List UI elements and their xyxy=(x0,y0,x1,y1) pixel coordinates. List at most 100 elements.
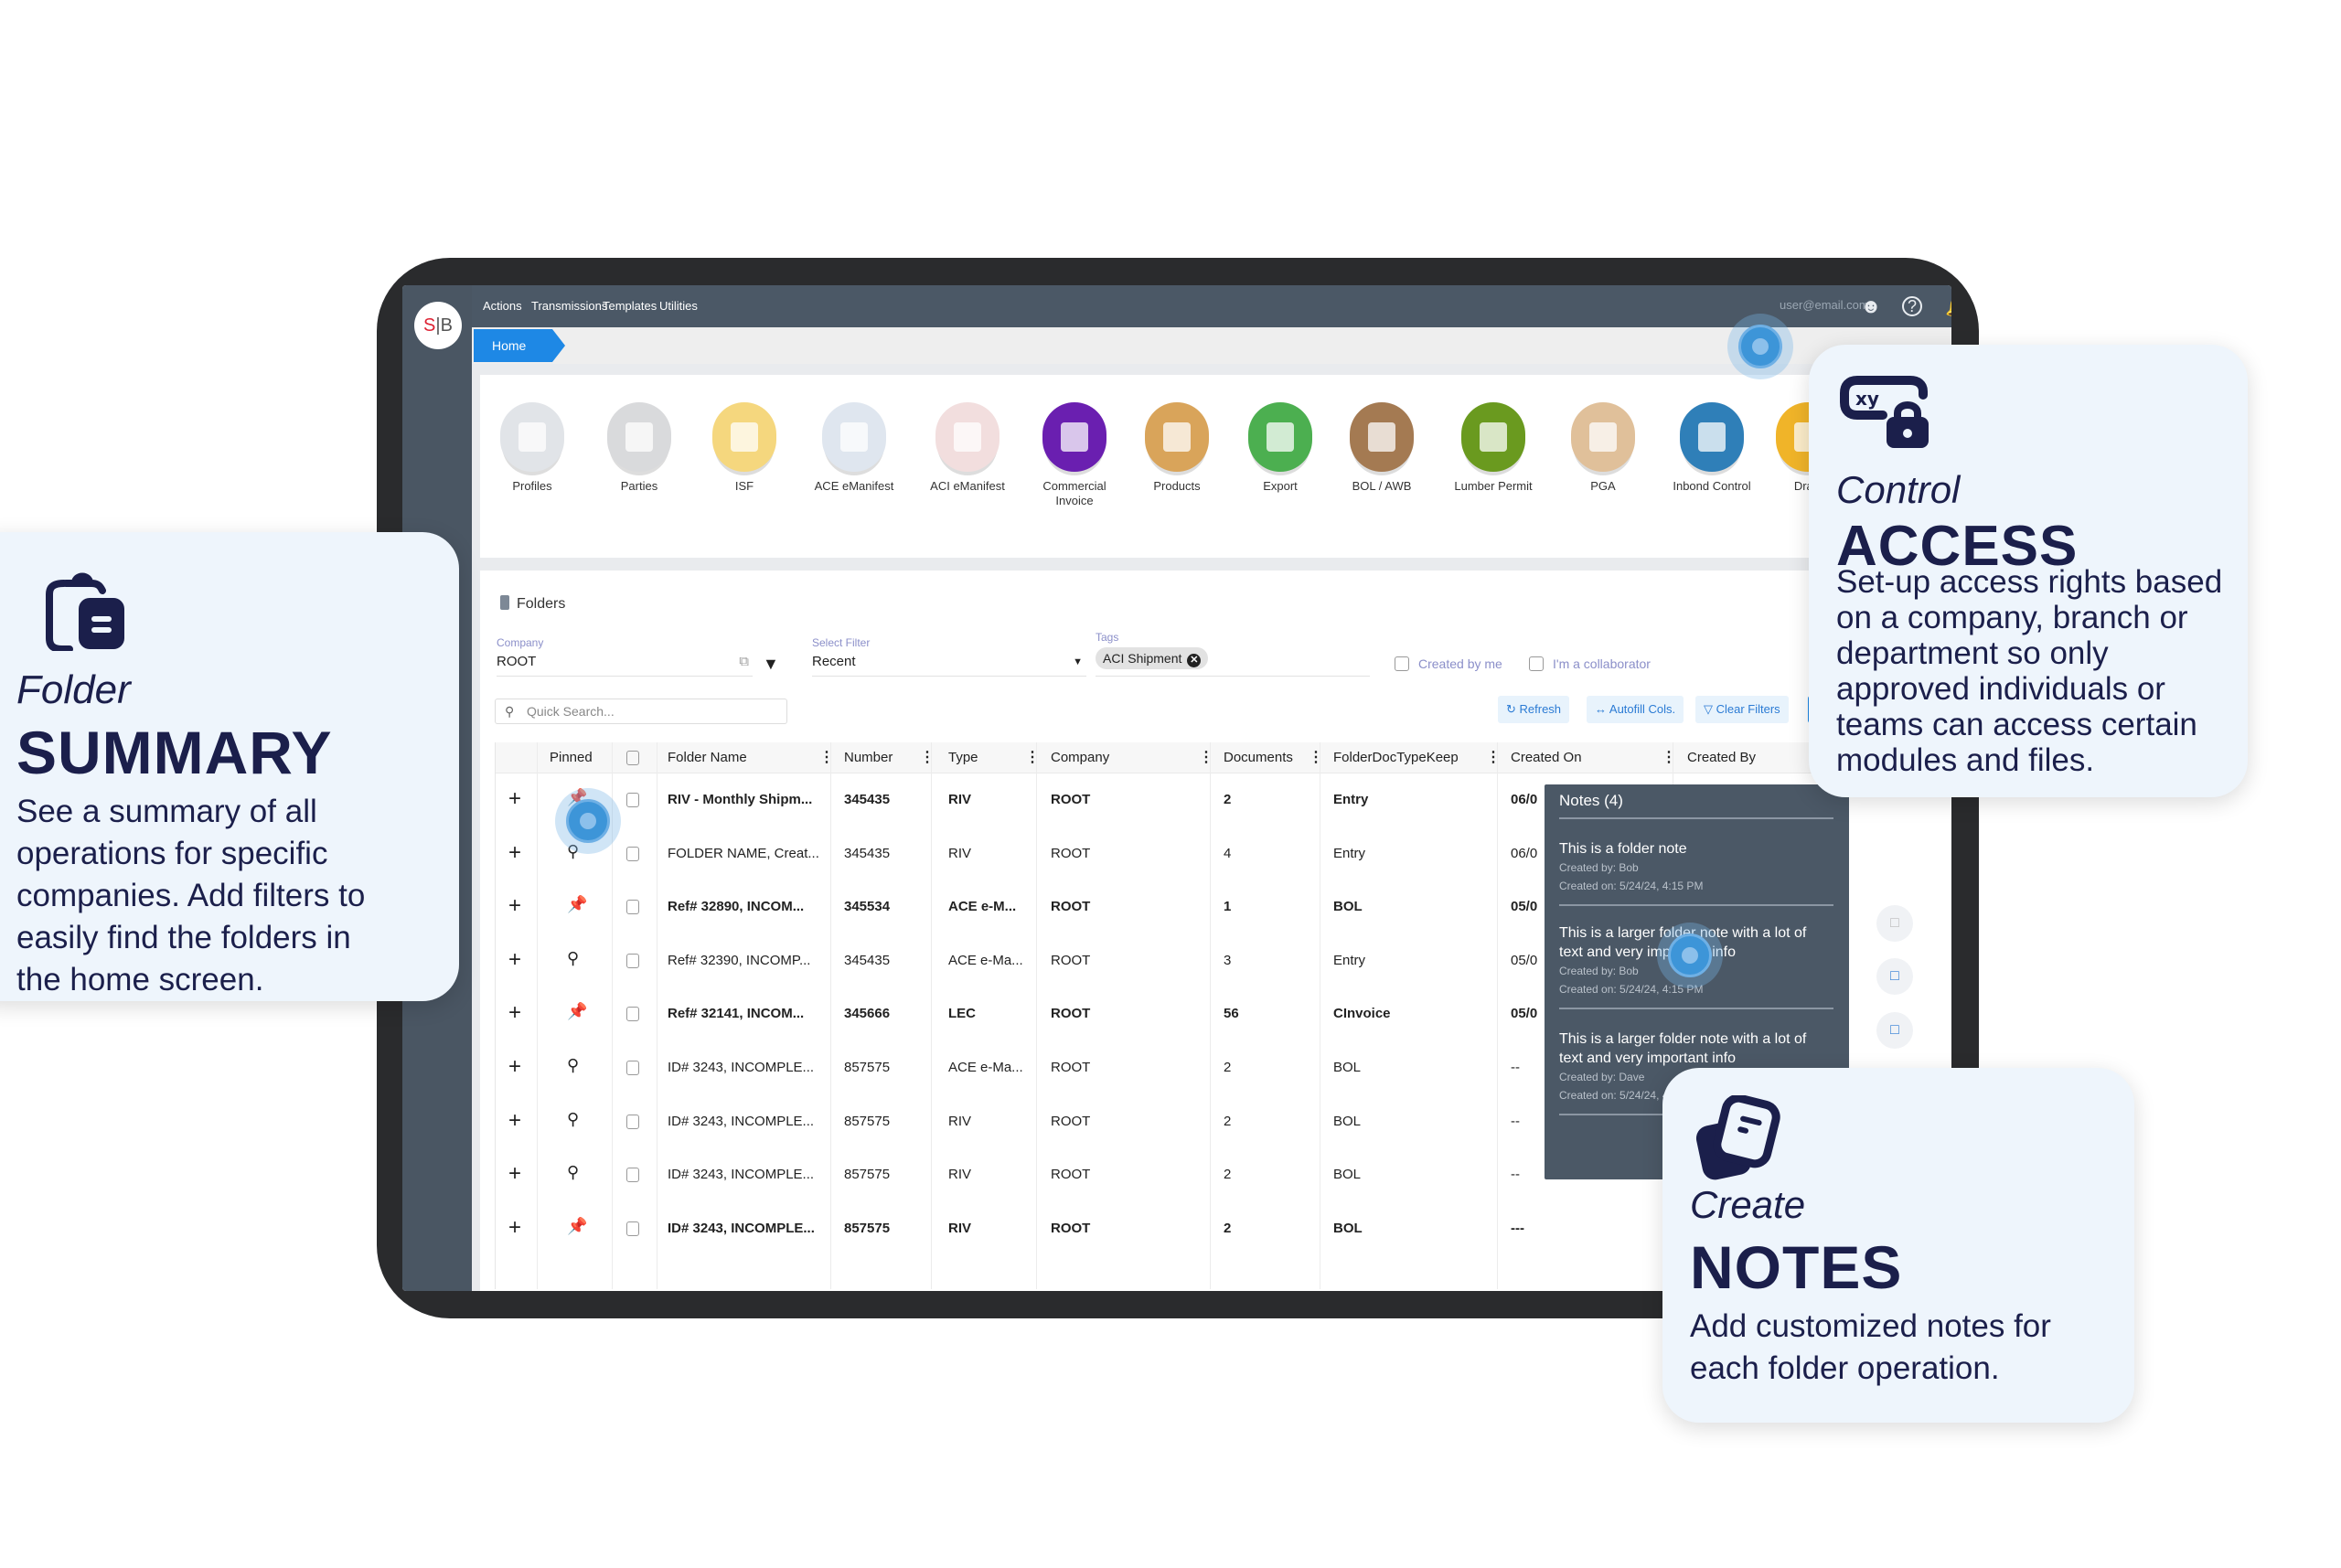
note-icon[interactable]: □ xyxy=(1876,1012,1913,1049)
column-header[interactable]: Documents xyxy=(1224,742,1293,773)
module-bol-awb[interactable]: BOL / AWB xyxy=(1331,402,1432,494)
column-header[interactable]: Created On xyxy=(1511,742,1582,773)
pin-icon[interactable]: ⚲ xyxy=(567,1110,579,1129)
cell-type: ACE e-Ma... xyxy=(948,1060,1023,1075)
breadcrumb-home[interactable]: Home xyxy=(474,329,565,362)
column-menu-icon[interactable]: ⋮ xyxy=(1025,742,1040,773)
column-header[interactable]: Company xyxy=(1051,742,1109,773)
expand-row-icon[interactable]: + xyxy=(508,1108,521,1134)
create-notes-card: Create NOTES Add customized notes for ea… xyxy=(1662,1068,2134,1423)
module-lumber-permit[interactable]: Lumber Permit xyxy=(1443,402,1544,494)
pin-icon[interactable]: 📌 xyxy=(567,895,587,914)
row-checkbox[interactable] xyxy=(626,1007,639,1022)
module-inbond-control[interactable]: Inbond Control xyxy=(1662,402,1762,494)
cell-documents: 3 xyxy=(1224,952,1232,968)
expand-row-icon[interactable]: + xyxy=(508,1215,521,1241)
module-label: Parties xyxy=(620,479,658,493)
module-ace-emanifest[interactable]: ACE eManifest xyxy=(804,402,904,494)
module-isf[interactable]: ISF xyxy=(694,402,795,494)
tags-field[interactable]: ACI Shipment ✕ xyxy=(1096,647,1370,677)
help-icon[interactable]: ? xyxy=(1902,296,1922,316)
row-checkbox[interactable] xyxy=(626,900,639,915)
row-checkbox[interactable] xyxy=(626,793,639,807)
row-checkbox[interactable] xyxy=(626,1168,639,1183)
folders-title: Folders xyxy=(500,595,565,613)
column-header[interactable]: Created By xyxy=(1687,742,1756,773)
row-checkbox[interactable] xyxy=(626,846,639,861)
row-checkbox[interactable] xyxy=(626,1114,639,1129)
card-body-line: Set-up access rights based xyxy=(1836,564,2223,600)
pin-icon[interactable]: 📌 xyxy=(567,1217,587,1236)
select-all-checkbox[interactable] xyxy=(626,751,639,765)
note-icon[interactable]: □ xyxy=(1876,958,1913,995)
module-products[interactable]: Products xyxy=(1127,402,1227,494)
module-label: PGA xyxy=(1590,479,1616,493)
note-item[interactable]: This is a folder note Created by: Bob Crea… xyxy=(1559,839,1833,906)
module-profiles[interactable]: Profiles xyxy=(482,402,583,494)
expand-row-icon[interactable]: + xyxy=(508,840,521,866)
note-icon[interactable]: □ xyxy=(1876,905,1913,942)
user-icon[interactable]: ☻ xyxy=(1859,294,1883,318)
expand-row-icon[interactable]: + xyxy=(508,1054,521,1080)
cell-name: ID# 3243, INCOMPLE... xyxy=(668,1060,815,1075)
column-header[interactable]: Pinned xyxy=(550,742,593,773)
cell-doctype: Entry xyxy=(1333,792,1369,807)
module-parties[interactable]: Parties xyxy=(589,402,689,494)
company-field[interactable]: ROOT ⧉ xyxy=(497,651,753,677)
collaborator-filter[interactable]: I'm a collaborator xyxy=(1529,656,1651,671)
module-pga[interactable]: PGA xyxy=(1553,402,1653,494)
logo[interactable]: S|B xyxy=(414,302,462,349)
cell-company: ROOT xyxy=(1051,1113,1091,1129)
cell-created-on: 06/0 xyxy=(1511,792,1538,807)
module-commercial-invoice[interactable]: Commercial Invoice xyxy=(1024,402,1125,508)
column-header[interactable]: Number xyxy=(844,742,893,773)
pin-icon[interactable]: ⚲ xyxy=(567,1163,579,1182)
expand-row-icon[interactable]: + xyxy=(508,893,521,919)
filter-icon[interactable]: ▼ xyxy=(763,655,779,674)
column-header[interactable]: Folder Name xyxy=(668,742,747,773)
nav-transmissions[interactable]: Transmissions xyxy=(531,299,607,313)
clear-filters-button[interactable]: ▽ Clear Filters xyxy=(1695,696,1789,723)
remove-tag-icon[interactable]: ✕ xyxy=(1187,654,1202,667)
refresh-button[interactable]: ↻ Refresh xyxy=(1498,696,1570,723)
column-menu-icon[interactable]: ⋮ xyxy=(1486,742,1501,773)
module-label: ACI eManifest xyxy=(930,479,1005,493)
nav-templates[interactable]: Templates xyxy=(603,299,657,313)
autofill-columns-button[interactable]: ↔ Autofill Cols. xyxy=(1587,696,1684,723)
column-menu-icon[interactable]: ⋮ xyxy=(819,742,834,773)
column-header[interactable]: Type xyxy=(948,742,978,773)
clipboard-icon xyxy=(46,572,124,651)
created-by-me-checkbox[interactable] xyxy=(1395,656,1409,671)
column-menu-icon[interactable]: ⋮ xyxy=(1309,742,1323,773)
nav-utilities[interactable]: Utilities xyxy=(659,299,698,313)
module-icon xyxy=(1248,402,1312,472)
module-icon xyxy=(1350,402,1414,472)
expand-row-icon[interactable]: + xyxy=(508,1161,521,1187)
column-menu-icon[interactable]: ⋮ xyxy=(1662,742,1676,773)
expand-row-icon[interactable]: + xyxy=(508,947,521,973)
column-menu-icon[interactable]: ⋮ xyxy=(1199,742,1213,773)
card-body-line: the home screen. xyxy=(16,962,264,997)
module-label: Profiles xyxy=(512,479,552,493)
collaborator-checkbox[interactable] xyxy=(1529,656,1544,671)
row-checkbox[interactable] xyxy=(626,1061,639,1075)
folder-icon xyxy=(500,595,509,610)
pin-icon[interactable]: 📌 xyxy=(567,1002,587,1021)
expand-row-icon[interactable]: + xyxy=(508,1000,521,1026)
cell-company: ROOT xyxy=(1051,1006,1091,1022)
bell-icon[interactable]: 🔔 xyxy=(1945,294,1951,318)
pin-icon[interactable]: ⚲ xyxy=(567,949,579,968)
copy-icon[interactable]: ⧉ xyxy=(739,651,749,673)
row-checkbox[interactable] xyxy=(626,953,639,968)
column-header[interactable]: FolderDocTypeKeep xyxy=(1333,742,1459,773)
pin-icon[interactable]: ⚲ xyxy=(567,1056,579,1075)
module-export[interactable]: Export xyxy=(1230,402,1331,494)
expand-row-icon[interactable]: + xyxy=(508,786,521,812)
row-checkbox[interactable] xyxy=(626,1221,639,1236)
quick-search-input[interactable]: ⚲ Quick Search... xyxy=(495,699,787,724)
nav-actions[interactable]: Actions xyxy=(483,299,522,313)
column-menu-icon[interactable]: ⋮ xyxy=(920,742,935,773)
select-filter-dropdown[interactable]: Recent ▼ xyxy=(812,651,1086,677)
module-aci-emanifest[interactable]: ACI eManifest xyxy=(917,402,1018,494)
created-by-me-filter[interactable]: Created by me xyxy=(1395,656,1502,671)
